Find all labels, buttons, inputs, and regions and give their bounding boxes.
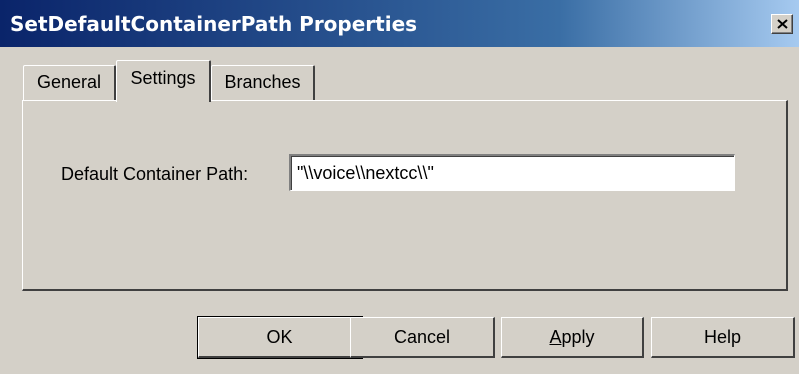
title-bar: SetDefaultContainerPath Properties: [0, 0, 799, 47]
help-button[interactable]: Help: [651, 317, 795, 358]
default-container-path-input[interactable]: [289, 154, 735, 191]
window-title: SetDefaultContainerPath Properties: [10, 12, 418, 36]
tab-settings[interactable]: Settings: [116, 60, 211, 102]
apply-mnemonic: A: [549, 327, 562, 347]
settings-panel: Default Container Path:: [22, 100, 788, 291]
close-button[interactable]: [771, 14, 793, 34]
apply-label-rest: pply: [561, 327, 595, 347]
cancel-button[interactable]: Cancel: [350, 317, 495, 358]
default-container-path-label: Default Container Path:: [61, 164, 249, 184]
tab-general[interactable]: General: [23, 65, 116, 100]
tab-branches[interactable]: Branches: [211, 65, 315, 100]
close-icon: [777, 19, 788, 29]
apply-button[interactable]: Apply: [501, 317, 644, 358]
ok-button[interactable]: OK: [197, 316, 363, 359]
